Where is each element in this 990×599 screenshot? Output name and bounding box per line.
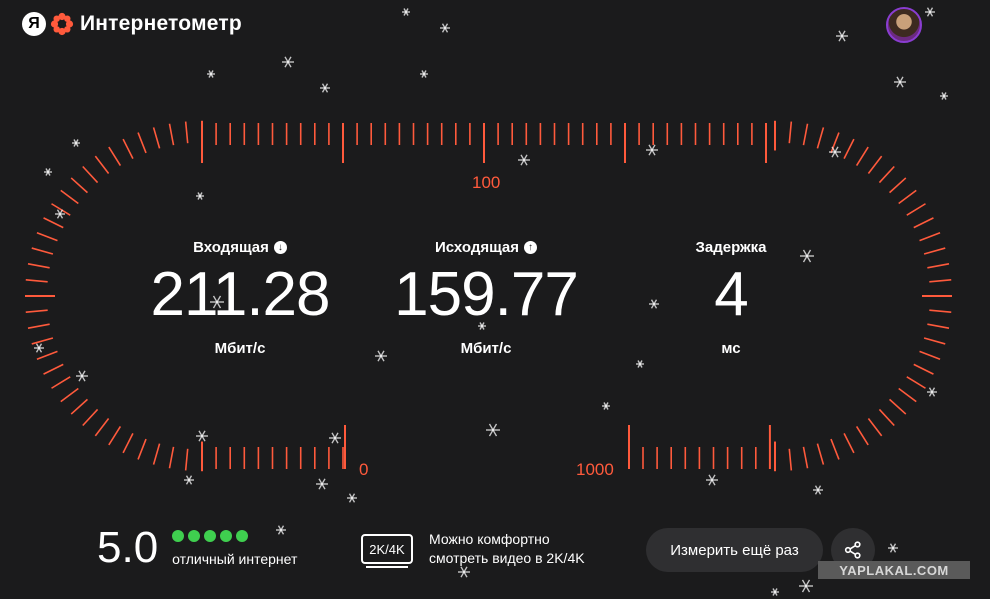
snowflake-icon <box>925 7 935 17</box>
snowflake-icon <box>184 475 194 485</box>
snowflake-icon <box>76 370 88 382</box>
rating-dot <box>188 529 201 542</box>
upload-label: Исходящая <box>434 239 520 256</box>
snowflake-icon <box>347 493 357 503</box>
snowflake-icon <box>458 566 470 578</box>
snowflake-icon <box>927 387 937 397</box>
snowflake-icon <box>196 192 204 200</box>
ping-value: 4 <box>714 260 748 329</box>
snowflake-icon <box>646 144 658 156</box>
rating-dot <box>204 529 217 542</box>
rating-dot <box>172 529 185 542</box>
snowflake-icon <box>706 474 718 486</box>
snowflake-icon <box>207 70 215 78</box>
scale-label-low: 0 <box>359 460 369 479</box>
video-quality-badge: 2K/4K <box>361 534 413 568</box>
yandex-logo[interactable]: Я <box>22 12 46 36</box>
quality-text-line1: Можно комфортно <box>429 531 550 547</box>
arrow-up-icon: ↑ <box>524 241 538 254</box>
user-avatar[interactable] <box>886 7 922 43</box>
snowflake-icon <box>486 423 500 437</box>
app-title: Интернетометр <box>80 12 242 35</box>
snowflake-icon <box>771 588 779 596</box>
retry-button[interactable]: Измерить ещё раз <box>646 528 823 572</box>
download-label: Входящая <box>193 239 269 256</box>
snowflake-icon <box>888 543 898 553</box>
snowflake-icon <box>34 343 44 353</box>
upload-unit: Мбит/с <box>460 340 512 357</box>
snowflake-icon <box>829 146 841 158</box>
snowflake-icon <box>329 432 341 444</box>
rating-description: отличный интернет <box>172 550 298 567</box>
download-value: 211.28 <box>150 260 330 329</box>
snowflake-icon <box>440 23 450 33</box>
quality-text-line2: смотреть видео в 2K/4K <box>429 550 585 566</box>
share-icon <box>844 541 861 559</box>
download-metric: Входящая ↓ 211.28 Мбит/с <box>120 239 360 357</box>
flower-logo-icon <box>50 12 74 36</box>
download-unit: Мбит/с <box>214 340 266 357</box>
rating-block: 5.0 отличный интернет <box>97 526 297 570</box>
snowflake-icon <box>55 209 65 219</box>
snowflake-icon <box>940 92 948 100</box>
snowflake-icon <box>196 430 208 442</box>
arrow-down-icon: ↓ <box>273 241 287 254</box>
app-header: Я Интернетометр <box>22 10 242 38</box>
snowflake-icon <box>320 83 330 93</box>
snowflake-icon <box>518 154 530 166</box>
rating-score: 5.0 <box>97 523 159 572</box>
scale-label-mid: 100 <box>472 173 501 192</box>
snowflake-icon <box>420 70 428 78</box>
snowflake-icon <box>316 478 328 490</box>
snowflake-icon <box>799 579 813 593</box>
snowflake-icon <box>602 402 610 410</box>
snowflake-icon <box>402 8 410 16</box>
snowflake-icon <box>72 139 80 147</box>
rating-dot <box>220 529 233 542</box>
ping-unit: мс <box>721 340 741 357</box>
ping-metric: Задержка 4 мс <box>641 239 821 357</box>
snowflake-icon <box>894 76 906 88</box>
video-quality-block: 2K/4K Можно комфортно смотреть видео в 2… <box>361 530 585 568</box>
snowflake-icon <box>282 56 294 68</box>
snowflake-icon <box>836 30 848 42</box>
rating-dot <box>236 529 249 542</box>
snowflake-icon <box>636 360 644 368</box>
rating-dots <box>172 529 297 542</box>
upload-metric: Исходящая ↑ 159.77 Мбит/с <box>366 239 606 357</box>
snowflake-icon <box>813 485 823 495</box>
scale-label-high: 1000 <box>576 460 614 479</box>
upload-value: 159.77 <box>394 260 579 329</box>
watermark: YAPLAKAL.COM <box>818 561 970 579</box>
snowflake-icon <box>44 168 52 176</box>
ping-label: Задержка <box>695 239 767 256</box>
